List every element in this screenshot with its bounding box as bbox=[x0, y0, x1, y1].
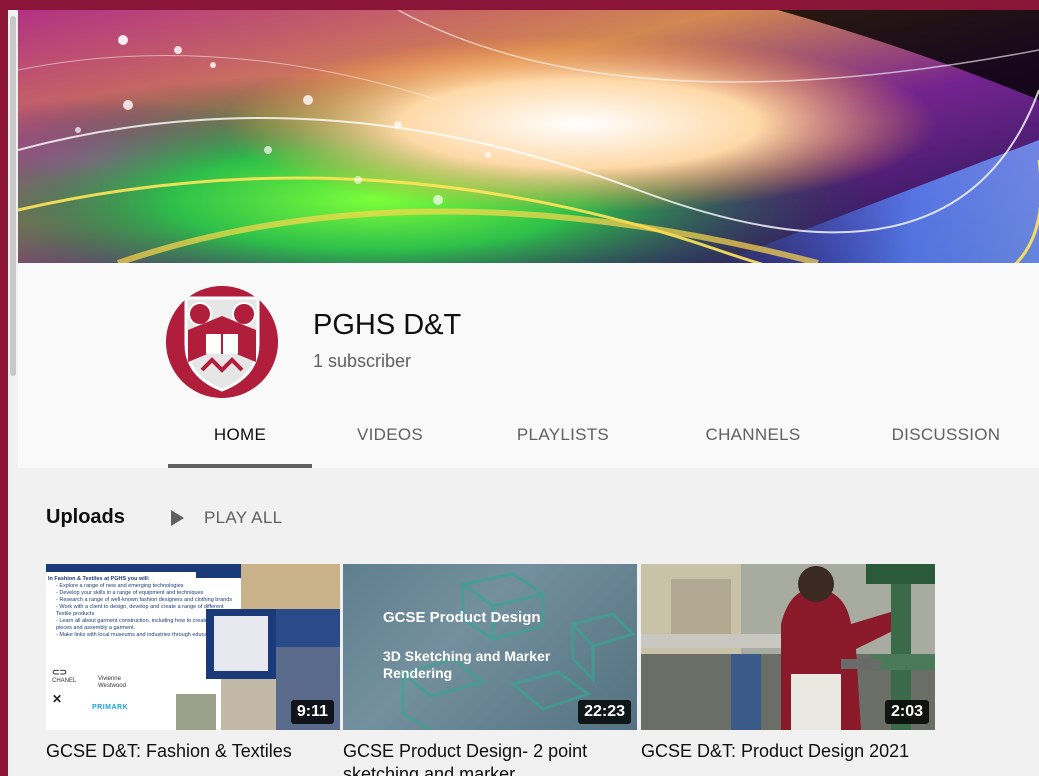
thumbnail-photo bbox=[241, 564, 340, 609]
video-card[interactable]: 2:03 GCSE D&T: Product Design 2021 bbox=[641, 564, 935, 763]
video-thumbnail[interactable]: In Fashion & Textiles at PGHS you will: … bbox=[46, 564, 340, 730]
uploads-section: Uploads PLAY ALL In Fashion & Textiles a… bbox=[18, 468, 1039, 776]
banner-artwork bbox=[18, 10, 1039, 263]
video-title[interactable]: GCSE Product Design- 2 point sketching a… bbox=[343, 740, 613, 776]
thumbnail-subtitle: 3D Sketching and Marker Rendering bbox=[383, 648, 551, 681]
thumbnail-logo-mark: ✕ bbox=[52, 692, 63, 706]
tab-playlists[interactable]: PLAYLISTS bbox=[498, 413, 628, 468]
video-card[interactable]: GCSE Product Design 3D Sketching and Mar… bbox=[343, 564, 637, 776]
youtube-channel-page: PGHS D&T 1 subscriber HOME VIDEOS PLAYLI… bbox=[8, 10, 1039, 776]
tab-discussion[interactable]: DISCUSSION bbox=[876, 413, 1016, 468]
thumbnail-block bbox=[196, 564, 241, 578]
tab-videos[interactable]: VIDEOS bbox=[338, 413, 442, 468]
thumbnail-photo bbox=[176, 694, 216, 730]
thumbnail-bullet: Explore a range of new and emerging tech… bbox=[59, 583, 184, 589]
video-duration: 2:03 bbox=[884, 700, 929, 724]
thumbnail-photo bbox=[221, 679, 276, 730]
thumbnail-photo bbox=[276, 609, 340, 647]
subscriber-count: 1 subscriber bbox=[313, 351, 412, 371]
thumbnail-bullet: Develop your skills in a range of equipm… bbox=[59, 590, 204, 596]
section-title[interactable]: Uploads bbox=[46, 506, 125, 529]
video-title[interactable]: GCSE D&T: Fashion & Textiles bbox=[46, 740, 316, 763]
play-icon bbox=[171, 510, 184, 526]
channel-name: PGHS D&T bbox=[313, 309, 462, 341]
scrollbar-thumb[interactable] bbox=[10, 16, 16, 376]
video-thumbnail[interactable]: 2:03 bbox=[641, 564, 935, 730]
thumbnail-title: GCSE Product Design bbox=[383, 609, 541, 626]
video-duration: 22:23 bbox=[578, 700, 631, 724]
channel-tabs: HOME VIDEOS PLAYLISTS CHANNELS DISCUSSIO… bbox=[168, 413, 1039, 468]
thumbnail-brand: PRIMARK bbox=[92, 704, 129, 711]
tab-home[interactable]: HOME bbox=[168, 413, 312, 468]
thumbnail-brand: Vivienne Westwood bbox=[98, 676, 126, 689]
thumbnail-bullet: Research a range of well-known fashion d… bbox=[59, 597, 233, 603]
school-crest-icon bbox=[166, 286, 278, 398]
thumbnail-brand-logos: ⊂⊃ CHANEL bbox=[52, 667, 77, 685]
thumbnail-bullet: Work with a client to design, develop an… bbox=[56, 604, 224, 617]
tab-channels[interactable]: CHANNELS bbox=[688, 413, 818, 468]
channel-avatar[interactable] bbox=[166, 286, 278, 398]
thumbnail-photo bbox=[214, 616, 268, 671]
channel-banner bbox=[18, 10, 1039, 263]
video-title[interactable]: GCSE D&T: Product Design 2021 bbox=[641, 740, 911, 763]
video-thumbnail[interactable]: GCSE Product Design 3D Sketching and Mar… bbox=[343, 564, 637, 730]
channel-header: PGHS D&T 1 subscriber HOME VIDEOS PLAYLI… bbox=[18, 263, 1039, 468]
play-all-label: PLAY ALL bbox=[204, 508, 283, 527]
thumbnail-bullet: Learn all about garment construction, in… bbox=[56, 618, 227, 631]
video-card[interactable]: In Fashion & Textiles at PGHS you will: … bbox=[46, 564, 340, 763]
thumbnail-header-bar bbox=[46, 564, 196, 572]
thumbnail-brand: CHANEL bbox=[52, 678, 77, 684]
play-all-button[interactable]: PLAY ALL bbox=[171, 506, 282, 530]
video-duration: 9:11 bbox=[290, 700, 334, 724]
